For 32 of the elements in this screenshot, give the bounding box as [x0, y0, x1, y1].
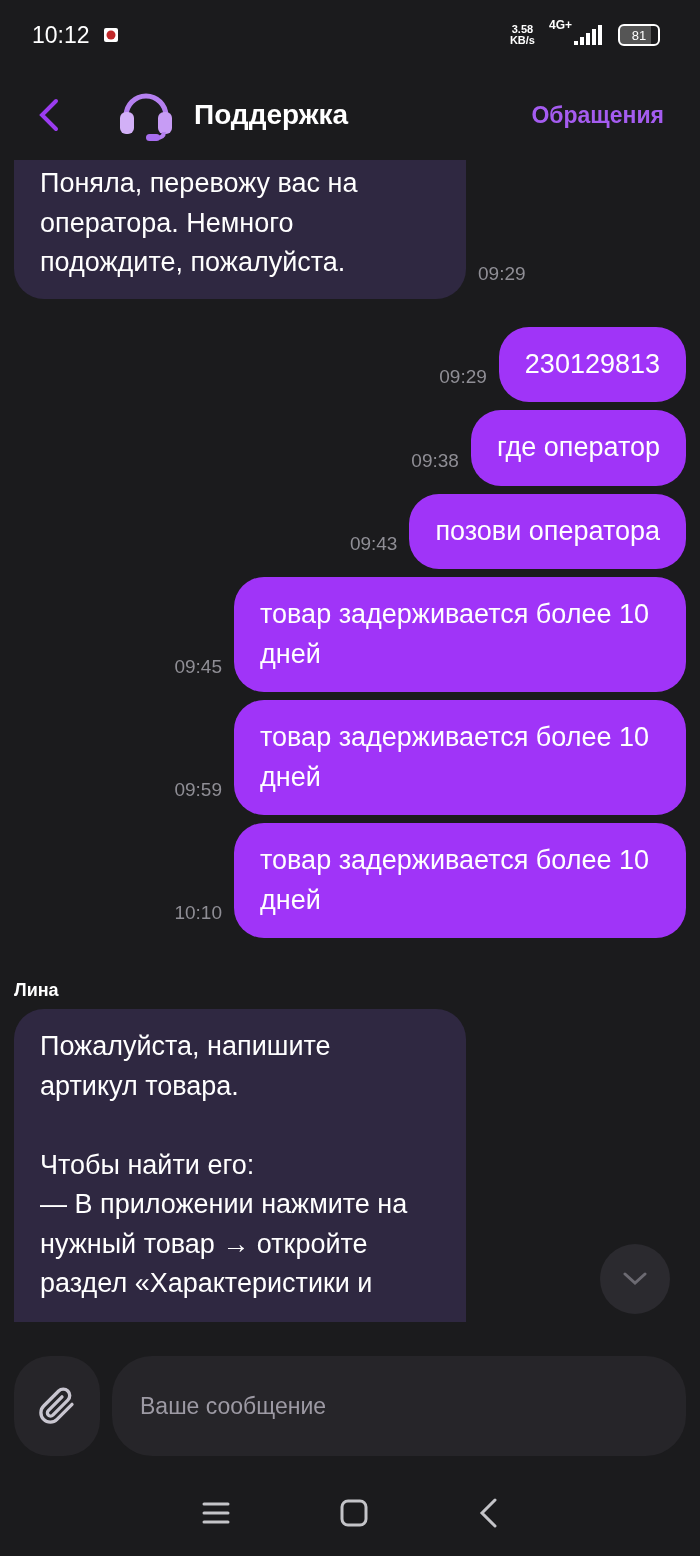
- message-time: 09:38: [411, 449, 459, 472]
- home-icon[interactable]: [340, 1499, 368, 1527]
- back-icon[interactable]: [478, 1498, 498, 1528]
- received-message: Пожалуйста, напишите артикул товара. Чтобы найти его: — В приложении нажмите на нужный товар → откройте раздел «Характеристики и: [14, 1009, 466, 1322]
- speed-unit: KB/s: [509, 35, 535, 46]
- battery-icon: 81: [618, 24, 660, 46]
- sender-name: Лина: [14, 980, 60, 1001]
- sent-message: товар задерживается более 10 дней: [234, 823, 686, 938]
- paperclip-icon: [37, 1386, 77, 1426]
- sent-message: товар задерживается более 10 дней: [234, 577, 686, 692]
- message-input[interactable]: Ваше сообщение: [112, 1356, 686, 1456]
- sent-message: 230129813: [498, 326, 686, 402]
- requests-link[interactable]: Обращения: [531, 101, 664, 129]
- speed-value: 3.58: [511, 24, 534, 35]
- network-type: 4G+: [549, 18, 572, 32]
- received-message: Поняла, перевожу вас на оператора. Немного подождите, пожалуйста.: [14, 160, 466, 299]
- clock: 10:12: [32, 21, 90, 49]
- notification-icon: [103, 28, 118, 42]
- message-time: 09:45: [174, 656, 222, 678]
- message-time: 09:43: [349, 533, 398, 555]
- menu-icon[interactable]: [202, 1501, 230, 1525]
- sent-message: позови оператора: [409, 493, 686, 569]
- signal-icon: [574, 25, 604, 45]
- attach-button[interactable]: [14, 1356, 100, 1456]
- chat-title: Поддержка: [194, 99, 349, 131]
- message-time: 09:29: [478, 262, 526, 285]
- message-time: 09:29: [439, 366, 487, 388]
- message-time: 10:10: [174, 902, 222, 924]
- sent-message: где оператор: [470, 410, 686, 486]
- sent-message: товар задерживается более 10 дней: [234, 700, 686, 815]
- message-time: 09:59: [174, 779, 222, 801]
- chevron-down-icon: [623, 1272, 647, 1286]
